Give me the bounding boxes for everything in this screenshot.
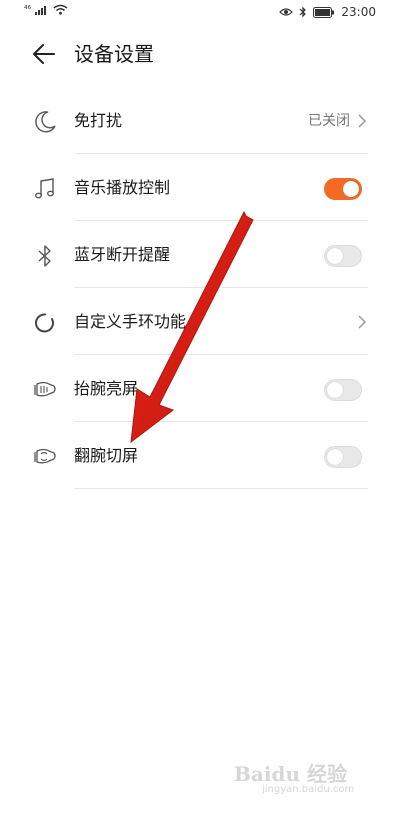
music-note-icon bbox=[35, 178, 54, 199]
chevron-right-icon bbox=[358, 114, 367, 128]
chevron-right-icon bbox=[358, 315, 367, 329]
flip-switch-toggle[interactable] bbox=[324, 446, 362, 468]
setting-value: 已关闭 bbox=[308, 113, 350, 129]
back-arrow-icon bbox=[33, 44, 55, 64]
page-title: 设备设置 bbox=[74, 42, 154, 66]
wrist-raise-icon bbox=[34, 381, 56, 397]
bluetooth-status-icon bbox=[299, 6, 307, 18]
back-button[interactable] bbox=[30, 40, 58, 68]
eye-icon bbox=[279, 8, 294, 16]
setting-label: 抬腕亮屏 bbox=[74, 379, 139, 398]
wifi-icon bbox=[53, 4, 68, 15]
setting-row-custom[interactable]: 自定义手环功能 bbox=[0, 288, 400, 355]
setting-row-dnd[interactable]: 免打扰 已关闭 bbox=[0, 87, 400, 154]
divider bbox=[74, 488, 368, 489]
toggle-knob bbox=[327, 382, 343, 398]
setting-label: 音乐播放控制 bbox=[74, 178, 171, 197]
music-control-toggle[interactable] bbox=[324, 178, 362, 200]
baidu-jingyan-watermark: Baidu 经验 jingyan.baidu.com bbox=[226, 758, 376, 802]
battery-icon bbox=[313, 6, 335, 18]
clock: 23:00 bbox=[341, 5, 376, 19]
wrist-flip-icon bbox=[34, 448, 56, 464]
signal-icon bbox=[35, 6, 47, 15]
moon-icon bbox=[35, 111, 56, 133]
setting-label: 自定义手环功能 bbox=[74, 312, 187, 331]
setting-row-music: 音乐播放控制 bbox=[0, 154, 400, 221]
setting-label: 翻腕切屏 bbox=[74, 446, 139, 465]
setting-label: 免打扰 bbox=[74, 111, 123, 130]
status-right: 23:00 bbox=[279, 5, 376, 19]
toggle-knob bbox=[327, 449, 343, 465]
raise-wake-toggle[interactable] bbox=[324, 379, 362, 401]
circle-refresh-icon bbox=[35, 313, 54, 333]
watermark-url: jingyan.baidu.com bbox=[262, 784, 355, 795]
setting-row-flip-switch: 翻腕切屏 bbox=[0, 422, 400, 489]
status-bar: ⁴⁶ 23:00 bbox=[0, 0, 400, 28]
setting-row-bluetooth: 蓝牙断开提醒 bbox=[0, 221, 400, 288]
network-type-label: ⁴⁶ bbox=[24, 4, 32, 15]
toggle-knob bbox=[327, 248, 343, 264]
watermark-brand: Baidu 经验 bbox=[234, 762, 347, 786]
bluetooth-alert-toggle[interactable] bbox=[324, 245, 362, 267]
setting-label: 蓝牙断开提醒 bbox=[74, 245, 171, 264]
toggle-knob bbox=[343, 181, 359, 197]
bluetooth-icon bbox=[38, 245, 51, 267]
settings-list: 免打扰 已关闭 音乐播放控制 蓝牙断开提醒 自定义手环功能 抬腕亮屏 翻腕切屏 bbox=[0, 87, 400, 489]
setting-row-raise-wake: 抬腕亮屏 bbox=[0, 355, 400, 422]
status-left: ⁴⁶ bbox=[24, 4, 68, 15]
header: 设备设置 bbox=[0, 28, 400, 82]
